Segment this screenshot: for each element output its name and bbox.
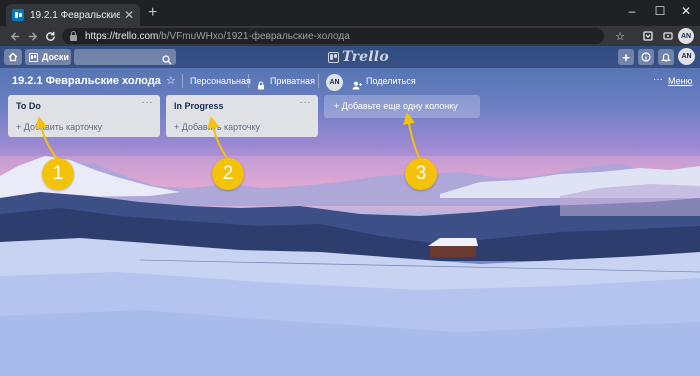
star-board-icon[interactable]: ☆ xyxy=(166,74,176,87)
list-title[interactable]: To Do xyxy=(16,101,41,111)
add-list-button[interactable]: + Добавьте еще одну колонку xyxy=(324,95,480,118)
url-bar[interactable]: https://trello.com/b/VFmuWHxo/1921-февра… xyxy=(62,28,604,44)
bell-icon[interactable] xyxy=(658,49,674,65)
new-tab-button[interactable]: + xyxy=(148,5,157,21)
tab-title: 19.2.1 Февральские холода | Tre xyxy=(30,9,120,21)
boards-button[interactable]: Доски xyxy=(25,49,71,65)
boards-label: Доски xyxy=(42,52,69,62)
trello-logo[interactable]: Trello xyxy=(328,49,389,65)
add-member-icon xyxy=(352,77,362,95)
reload-icon[interactable] xyxy=(41,27,59,45)
home-icon[interactable] xyxy=(4,49,22,65)
forward-icon[interactable] xyxy=(23,27,41,45)
search-icon xyxy=(162,52,172,70)
extension-icon[interactable] xyxy=(640,28,656,44)
trello-logo-text: Trello xyxy=(342,49,389,65)
url-text: https://trello.com/b/VFmuWHxo/1921-февра… xyxy=(85,30,350,42)
maximize-button[interactable]: ☐ xyxy=(646,0,674,22)
trello-board-viewport: Доски Trello + AN 19.2.1 Февральские хол… xyxy=(0,46,700,376)
create-plus-icon[interactable]: + xyxy=(618,49,634,65)
more-dots-icon[interactable]: ··· xyxy=(653,74,663,85)
board-member-avatar[interactable]: AN xyxy=(326,74,343,91)
close-window-button[interactable]: ✕ xyxy=(672,0,700,22)
divider xyxy=(182,74,183,88)
divider xyxy=(318,74,319,88)
back-icon[interactable] xyxy=(6,27,24,45)
annotation-badge-3: 3 xyxy=(405,158,437,190)
lock-icon xyxy=(70,30,77,41)
user-avatar[interactable]: AN xyxy=(678,48,695,65)
browser-toolbar: https://trello.com/b/VFmuWHxo/1921-февра… xyxy=(0,26,700,46)
browser-profile-avatar[interactable]: AN xyxy=(678,28,694,44)
browser-tabstrip: 19.2.1 Февральские холода | Tre ✕ + – ☐ … xyxy=(0,0,700,26)
cast-icon[interactable] xyxy=(660,28,676,44)
list-in-progress: In Progress ··· + Добавить карточку xyxy=(166,95,318,137)
boards-icon xyxy=(29,52,38,62)
lock-icon xyxy=(257,77,265,95)
trello-header: Доски Trello + AN xyxy=(0,46,700,68)
list-menu-icon[interactable]: ··· xyxy=(142,97,154,108)
trello-search-input[interactable] xyxy=(74,49,176,65)
list-to-do: To Do ··· + Добавить карточку xyxy=(8,95,160,137)
annotation-badge-1: 1 xyxy=(42,158,74,190)
visibility-button[interactable]: Приватная xyxy=(270,76,315,86)
browser-tab[interactable]: 19.2.1 Февральские холода | Tre ✕ xyxy=(6,4,140,26)
list-menu-icon[interactable]: ··· xyxy=(300,97,312,108)
add-card-button[interactable]: + Добавить карточку xyxy=(174,122,260,132)
info-icon[interactable] xyxy=(638,49,654,65)
trello-favicon-icon xyxy=(12,9,24,21)
add-card-button[interactable]: + Добавить карточку xyxy=(16,122,102,132)
minimize-button[interactable]: – xyxy=(618,0,646,22)
tab-close-icon[interactable]: ✕ xyxy=(124,9,134,21)
divider xyxy=(248,74,249,88)
list-title[interactable]: In Progress xyxy=(174,101,224,111)
annotation-badge-2: 2 xyxy=(212,158,244,190)
bookmark-star-icon[interactable]: ☆ xyxy=(612,28,628,44)
menu-button[interactable]: Меню xyxy=(668,76,692,86)
board-title[interactable]: 19.2.1 Февральские холода xyxy=(12,75,161,87)
trello-logo-icon xyxy=(328,51,339,63)
team-button[interactable]: Персональная xyxy=(190,76,251,86)
share-button[interactable]: Поделиться xyxy=(366,76,416,86)
